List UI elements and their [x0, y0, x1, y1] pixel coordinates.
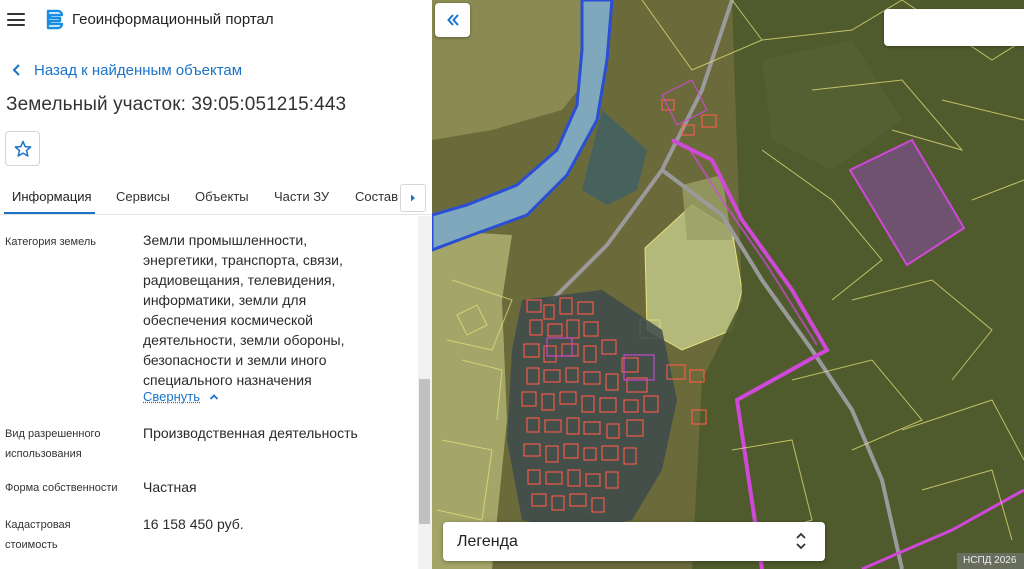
double-chevron-left-icon	[446, 14, 459, 26]
tab-information[interactable]: Информация	[12, 189, 92, 204]
tab-objects[interactable]: Объекты	[195, 189, 249, 204]
ownership-label: Форма собственности	[5, 482, 118, 494]
permitted-use-label: Вид разрешенного использования	[5, 424, 100, 464]
permitted-use-label-line: использования	[5, 448, 82, 460]
portal-logo-icon	[46, 9, 64, 30]
tab-composition[interactable]: Состав	[355, 189, 398, 204]
legend-label: Легенда	[457, 533, 518, 550]
map-search-box[interactable]	[884, 9, 1024, 46]
app-title: Геоинформационный портал	[72, 11, 274, 28]
panel-scrollbar[interactable]	[418, 216, 432, 569]
star-icon	[14, 140, 31, 157]
tabs-scroll-right-button[interactable]	[400, 184, 426, 212]
cadastral-value-label: Кадастровая стоимость	[5, 515, 71, 555]
category-value-line: информатики, земли для	[143, 292, 307, 308]
unfold-icon	[796, 532, 806, 550]
category-value-line: безопасности и земли иного	[143, 352, 327, 368]
chevron-up-icon	[209, 393, 219, 400]
chevron-left-icon	[12, 64, 20, 76]
hamburger-icon[interactable]	[7, 13, 25, 26]
category-value-line: специального назначения	[143, 372, 312, 388]
category-value-line: деятельности, земли обороны,	[143, 332, 345, 348]
active-tab-indicator	[4, 212, 95, 214]
category-value-line: энергетики, транспорта, связи,	[143, 252, 343, 268]
permitted-use-label-line: Вид разрешенного	[5, 428, 101, 440]
favorite-button[interactable]	[5, 131, 40, 166]
ownership-value: Частная	[143, 479, 197, 495]
scrollbar-thumb[interactable]	[419, 379, 430, 524]
category-value-line: обеспечения космической	[143, 312, 313, 328]
back-to-results-link[interactable]: Назад к найденным объектам	[10, 60, 242, 80]
category-label: Категория земель	[5, 236, 96, 248]
legend-panel[interactable]: Легенда	[443, 522, 825, 561]
map-view[interactable]	[432, 0, 1024, 569]
tab-services[interactable]: Сервисы	[116, 189, 170, 204]
cadastral-value-label-line: стоимость	[5, 539, 58, 551]
cadastral-value: 16 158 450 руб.	[143, 516, 244, 532]
tab-land-parts[interactable]: Части ЗУ	[274, 189, 329, 204]
collapse-panel-button[interactable]	[435, 3, 470, 37]
back-link-label: Назад к найденным объектам	[34, 61, 243, 79]
cadastral-value-label-line: Кадастровая	[5, 519, 71, 531]
permitted-use-value: Производственная деятельность	[143, 425, 358, 441]
info-content: Категория земель Земли промышленности, э…	[0, 216, 418, 569]
category-value-line: радиовещания, телевидения,	[143, 272, 336, 288]
tab-bar: Информация Сервисы Объекты Части ЗУ Сост…	[0, 178, 432, 215]
collapse-label: Свернуть	[143, 389, 201, 404]
top-bar: Геоинформационный портал	[0, 0, 432, 40]
info-panel: Геоинформационный портал Назад к найденн…	[0, 0, 432, 569]
map-canvas[interactable]	[432, 0, 1024, 569]
collapse-button[interactable]: Свернуть	[143, 389, 220, 404]
chevron-right-icon	[411, 194, 415, 202]
map-attribution: НСПД 2026	[957, 553, 1024, 569]
category-value-line: Земли промышленности,	[143, 232, 308, 248]
page-title: Земельный участок: 39:05:051215:443	[6, 94, 347, 115]
category-value: Земли промышленности, энергетики, трансп…	[143, 230, 345, 390]
